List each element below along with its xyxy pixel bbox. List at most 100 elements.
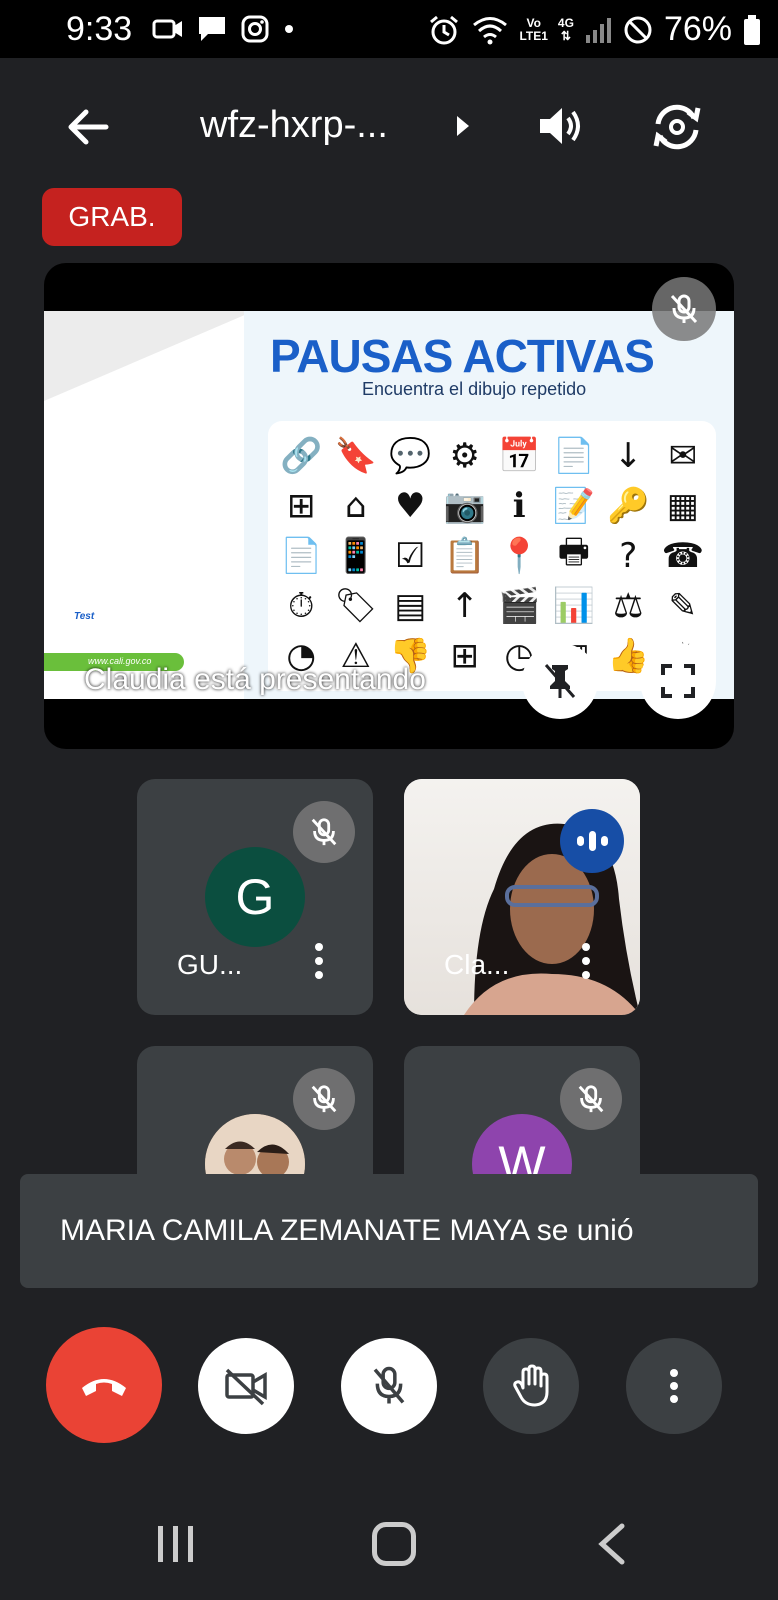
fullscreen-icon [661, 664, 695, 698]
slide-grid-symbol: ☎ [661, 536, 704, 576]
mic-off-icon [670, 294, 698, 324]
slide-grid-symbol: ↑ [450, 586, 480, 626]
shared-slide: PAUSAS ACTIVAS Encuentra el dibujo repet… [44, 311, 734, 699]
slide-grid-symbol: ↓ [614, 436, 643, 476]
meeting-details-caret[interactable] [455, 114, 471, 143]
participant-more-button[interactable] [311, 939, 327, 983]
presenting-label: Claudia está presentando [84, 663, 426, 696]
participant-more-button[interactable] [578, 939, 594, 983]
recent-apps-button[interactable] [156, 1524, 196, 1569]
slide-grid-symbol: 🔗 [280, 436, 323, 476]
status-bar: 9:33 Vo LTE1 4G ⇅ 76% [0, 0, 778, 58]
slide-grid-symbol: 📱 [334, 536, 377, 576]
battery-percentage: 76% [663, 10, 732, 48]
slide-grid-symbol: 🖶 [557, 531, 590, 572]
presentation-tile[interactable]: PAUSAS ACTIVAS Encuentra el dibujo repet… [44, 263, 734, 749]
slide-grid-symbol: 📍 [498, 536, 541, 576]
mic-off-icon [311, 1085, 337, 1113]
lte-label: LTE1 [519, 28, 548, 43]
slide-grid-symbol: ✎ [668, 586, 698, 626]
home-button[interactable] [372, 1522, 416, 1566]
volte-label: Vo [526, 15, 541, 30]
signal-strength-icon [585, 17, 611, 43]
slide-grid-symbol: ▤ [394, 586, 427, 626]
slide-grid-symbol: 💬 [389, 436, 432, 476]
slide-grid-symbol: ☑ [395, 536, 426, 576]
instagram-icon [241, 15, 269, 43]
do-not-disturb-icon [624, 16, 652, 43]
caret-right-icon [457, 116, 469, 136]
system-back-button[interactable] [596, 1522, 626, 1571]
slide-grid-symbol: ⚖ [613, 586, 644, 626]
slide-grid-symbol: ⏱ [287, 586, 315, 626]
raise-hand-button[interactable] [483, 1338, 579, 1434]
wifi-icon [473, 16, 508, 44]
slide-grid-symbol: 📅 [498, 436, 541, 476]
slide-grid-symbol: 📷 [443, 486, 486, 526]
status-system-icons: Vo LTE1 4G ⇅ 76% [427, 10, 762, 49]
slide-grid-symbol: 🎬 [498, 586, 541, 626]
more-options-button[interactable] [626, 1338, 722, 1434]
more-notifications-dot-icon [285, 25, 293, 33]
slide-grid-symbol: 🔑 [607, 486, 650, 526]
join-notification-toast: MARIA CAMILA ZEMANATE MAYA se unió [20, 1174, 758, 1288]
slide-grid-symbol: 📝 [552, 486, 595, 526]
status-time: 9:33 [66, 10, 133, 48]
slide-grid-symbol: 🔖 [334, 436, 377, 476]
volte-indicator: Vo LTE1 [519, 15, 548, 43]
message-icon [199, 17, 225, 41]
participant-name: Cla... [444, 949, 510, 980]
slide-grid-symbol: ? [619, 536, 638, 576]
switch-camera-button[interactable] [650, 100, 704, 159]
battery-icon [744, 14, 760, 45]
mic-off-icon [373, 1366, 405, 1404]
slide-grid-symbol: 📊 [552, 586, 595, 626]
end-call-button[interactable] [46, 1327, 162, 1443]
raise-hand-icon [513, 1364, 549, 1407]
slide-icon-grid: 🔗🔖💬⚙📅📄↓✉⊞⌂♥📷ℹ📝🔑▦📄📱☑📋📍🖶?☎⏱🏷▤↑🎬📊⚖✎◔⚠👎⊞◷▥👍✹ [268, 421, 716, 691]
recording-badge: GRAB. [42, 188, 182, 246]
camera-off-icon [225, 1368, 267, 1406]
avatar: G [205, 847, 305, 947]
participant-muted-badge [293, 801, 355, 863]
participant-name: GU... [177, 949, 243, 980]
network-type-label: 4G [557, 15, 574, 30]
slide-title: PAUSAS ACTIVAS [270, 330, 655, 382]
slide-grid-symbol: ♥ [395, 486, 426, 526]
participant-tile[interactable]: Cla... [404, 779, 640, 1015]
fullscreen-button[interactable] [640, 643, 716, 719]
slide-grid-symbol: 📋 [443, 536, 486, 576]
microphone-toggle-button[interactable] [341, 1338, 437, 1434]
back-button[interactable] [62, 102, 112, 152]
slide-grid-symbol: ▦ [666, 486, 699, 526]
slide-grid-symbol: ✉ [668, 436, 698, 476]
participant-muted-badge [293, 1068, 355, 1130]
more-vertical-icon [670, 1369, 678, 1403]
slide-subtitle: Encuentra el dibujo repetido [362, 379, 587, 399]
participant-tile[interactable]: G GU... [137, 779, 373, 1015]
video-camera-icon [152, 19, 182, 39]
meeting-top-bar: wfz-hxrp-... [0, 80, 778, 170]
toast-message: MARIA CAMILA ZEMANATE MAYA se unió [60, 1214, 634, 1247]
participant-muted-badge [560, 1068, 622, 1130]
meeting-code-title[interactable]: wfz-hxrp-... [200, 104, 388, 147]
unpin-icon [544, 664, 576, 698]
data-arrows-icon: ⇅ [560, 28, 571, 43]
hang-up-icon [82, 1379, 126, 1396]
call-controls [0, 1325, 778, 1445]
slide-grid-symbol: 🏷 [334, 586, 378, 626]
unpin-button[interactable] [522, 643, 598, 719]
mic-off-icon [578, 1085, 604, 1113]
slide-grid-symbol: ⌂ [344, 486, 367, 526]
slide-grid-symbol: 📄 [280, 536, 323, 576]
status-notification-icons [152, 14, 296, 44]
presenter-muted-badge [652, 277, 716, 341]
recent-apps-icon [158, 1526, 193, 1562]
camera-toggle-button[interactable] [198, 1338, 294, 1434]
slide-test-label: Test [74, 611, 95, 622]
mic-off-icon [311, 818, 337, 846]
audio-output-button[interactable] [536, 102, 584, 155]
system-navigation-bar [0, 1478, 778, 1600]
slide-grid-symbol: 📄 [552, 436, 595, 476]
slide-grid-symbol: ⊞ [287, 486, 316, 526]
